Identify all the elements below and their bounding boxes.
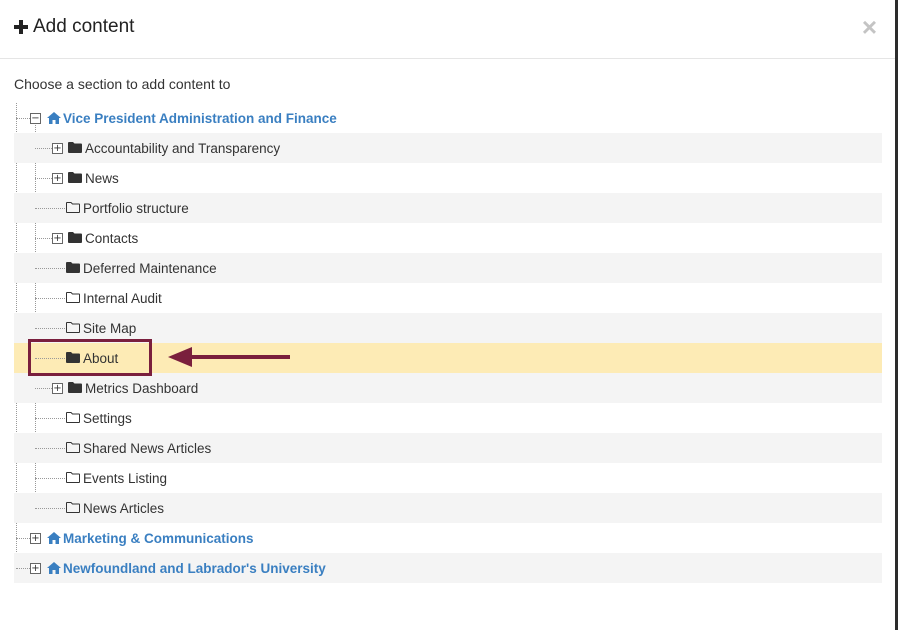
folder-outline-icon (66, 322, 80, 333)
expand-toggle[interactable]: + (52, 143, 63, 154)
tree-item-label[interactable]: News (85, 171, 119, 186)
tree-connector (35, 238, 52, 239)
tree-connector (16, 568, 30, 569)
tree-item[interactable]: + News (14, 163, 882, 193)
tree-connector (35, 328, 65, 329)
tree-item-label[interactable]: Marketing & Communications (63, 531, 254, 546)
expand-toggle[interactable]: + (30, 533, 41, 544)
folder-outline-icon (66, 412, 80, 423)
tree-item[interactable]: Portfolio structure (14, 193, 882, 223)
collapse-toggle[interactable]: − (30, 113, 41, 124)
tree-item-label[interactable]: Contacts (85, 231, 138, 246)
tree-item-label[interactable]: Deferred Maintenance (83, 261, 217, 276)
folder-outline-icon (66, 502, 80, 513)
tree-item-label[interactable]: Metrics Dashboard (85, 381, 198, 396)
tree-connector (35, 508, 65, 509)
tree-root-item[interactable]: + Newfoundland and Labrador's University (14, 553, 882, 583)
tree-item-label[interactable]: Events Listing (83, 471, 167, 486)
tree-item-label[interactable]: Shared News Articles (83, 441, 211, 456)
folder-outline-icon (66, 472, 80, 483)
tree-item-label[interactable]: Internal Audit (83, 291, 162, 306)
close-button[interactable]: × (862, 14, 877, 40)
tree-connector (35, 478, 65, 479)
modal-title: Add content (33, 16, 135, 37)
tree-connector (35, 388, 52, 389)
tree-connector (35, 298, 65, 299)
tree-connector (35, 208, 65, 209)
folder-filled-icon (68, 142, 82, 153)
folder-filled-icon (68, 382, 82, 393)
tree-root-item[interactable]: − Vice President Administration and Finan… (14, 103, 882, 133)
expand-toggle[interactable]: + (52, 233, 63, 244)
folder-filled-icon (68, 232, 82, 243)
tree-item-label[interactable]: Newfoundland and Labrador's University (63, 561, 326, 576)
expand-toggle[interactable]: + (52, 383, 63, 394)
tree-connector (35, 178, 52, 179)
tree-item[interactable]: Internal Audit (14, 283, 882, 313)
tree-root-item[interactable]: + Marketing & Communications (14, 523, 882, 553)
tree-item-label[interactable]: Site Map (83, 321, 136, 336)
modal-header: Add content × (0, 0, 895, 59)
tree-item-label[interactable]: Settings (83, 411, 132, 426)
instruction-text: Choose a section to add content to (14, 76, 231, 92)
tree-item[interactable]: + Accountability and Transparency (14, 133, 882, 163)
folder-outline-icon (66, 442, 80, 453)
tree-item[interactable]: Settings (14, 403, 882, 433)
tree-item[interactable]: News Articles (14, 493, 882, 523)
tree-connector (35, 148, 52, 149)
tree-connector (35, 448, 65, 449)
expand-toggle[interactable]: + (30, 563, 41, 574)
tree-connector (16, 538, 30, 539)
tree-item-label[interactable]: Accountability and Transparency (85, 141, 280, 156)
tree-item-label[interactable]: Vice President Administration and Financ… (63, 111, 337, 126)
tree-item-label[interactable]: News Articles (83, 501, 164, 516)
home-icon (47, 112, 61, 124)
tree-item[interactable]: Shared News Articles (14, 433, 882, 463)
tree-connector (35, 418, 65, 419)
annotation-arrow-icon (168, 347, 290, 367)
expand-toggle[interactable]: + (52, 173, 63, 184)
folder-filled-icon (68, 172, 82, 183)
tree-item[interactable]: + Contacts (14, 223, 882, 253)
tree-connector (16, 118, 30, 119)
folder-outline-icon (66, 292, 80, 303)
annotation-highlight-box (28, 339, 152, 376)
tree-connector (35, 268, 65, 269)
home-icon (47, 532, 61, 544)
folder-filled-icon (66, 262, 80, 273)
tree-item[interactable]: Events Listing (14, 463, 882, 493)
plus-icon (14, 20, 28, 34)
home-icon (47, 562, 61, 574)
tree-item[interactable]: + Metrics Dashboard (14, 373, 882, 403)
folder-outline-icon (66, 202, 80, 213)
tree-item[interactable]: Deferred Maintenance (14, 253, 882, 283)
tree-item-label[interactable]: Portfolio structure (83, 201, 189, 216)
